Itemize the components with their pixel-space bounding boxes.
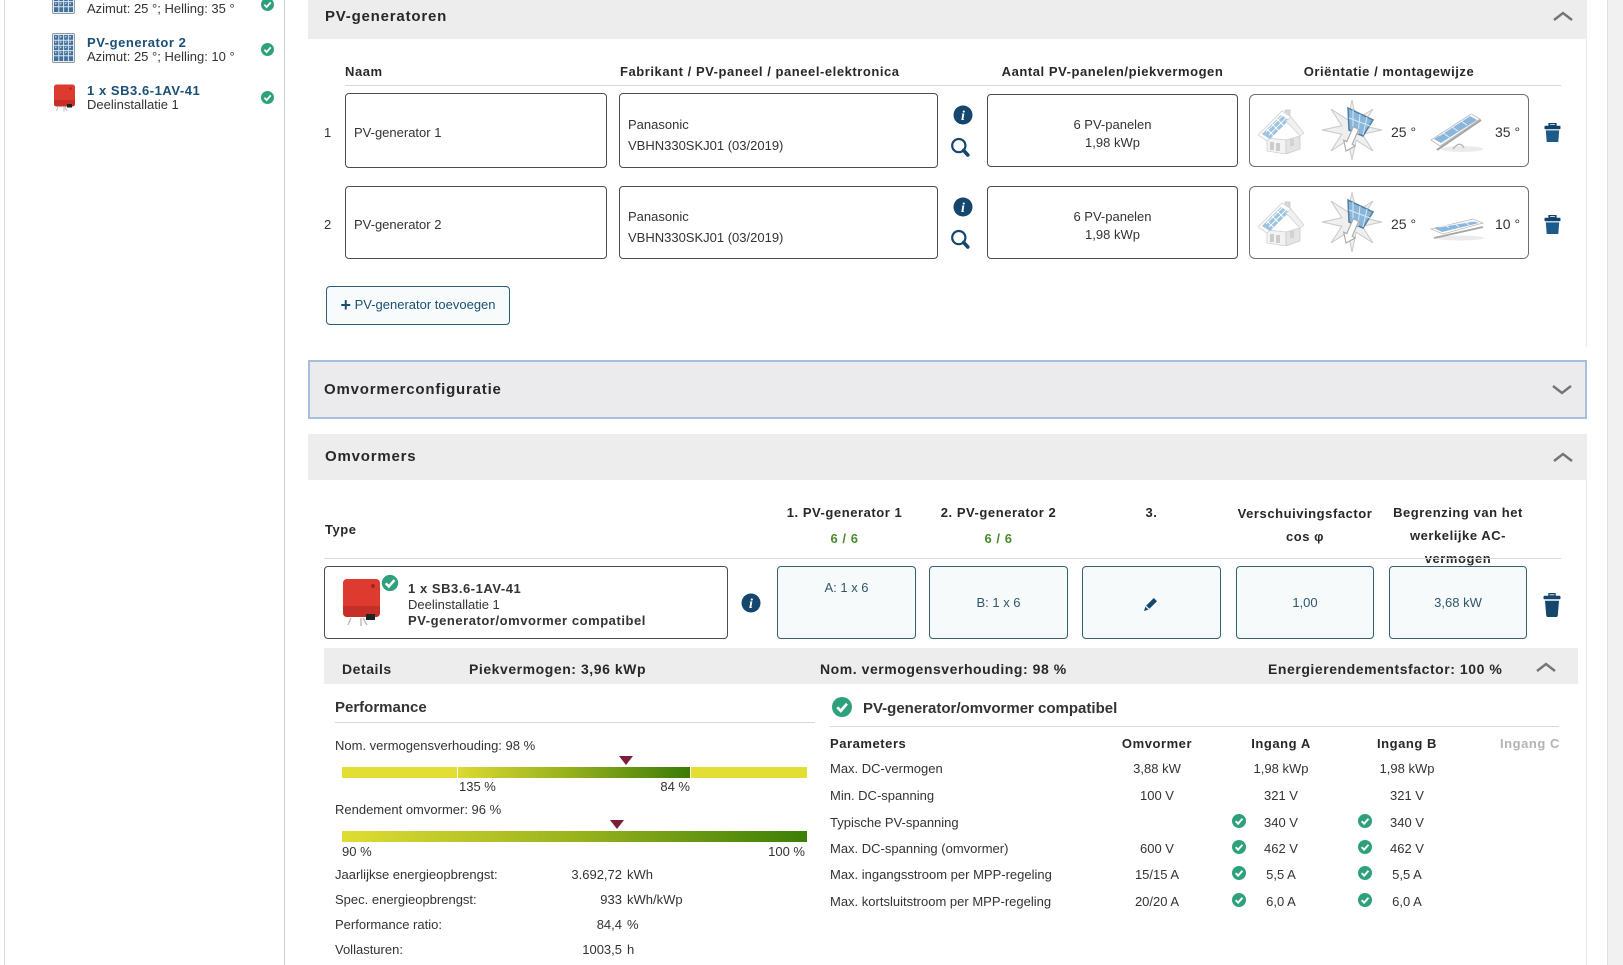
svg-text:i: i bbox=[961, 109, 965, 124]
svg-text:i: i bbox=[961, 201, 965, 216]
svg-text:i: i bbox=[749, 597, 753, 612]
